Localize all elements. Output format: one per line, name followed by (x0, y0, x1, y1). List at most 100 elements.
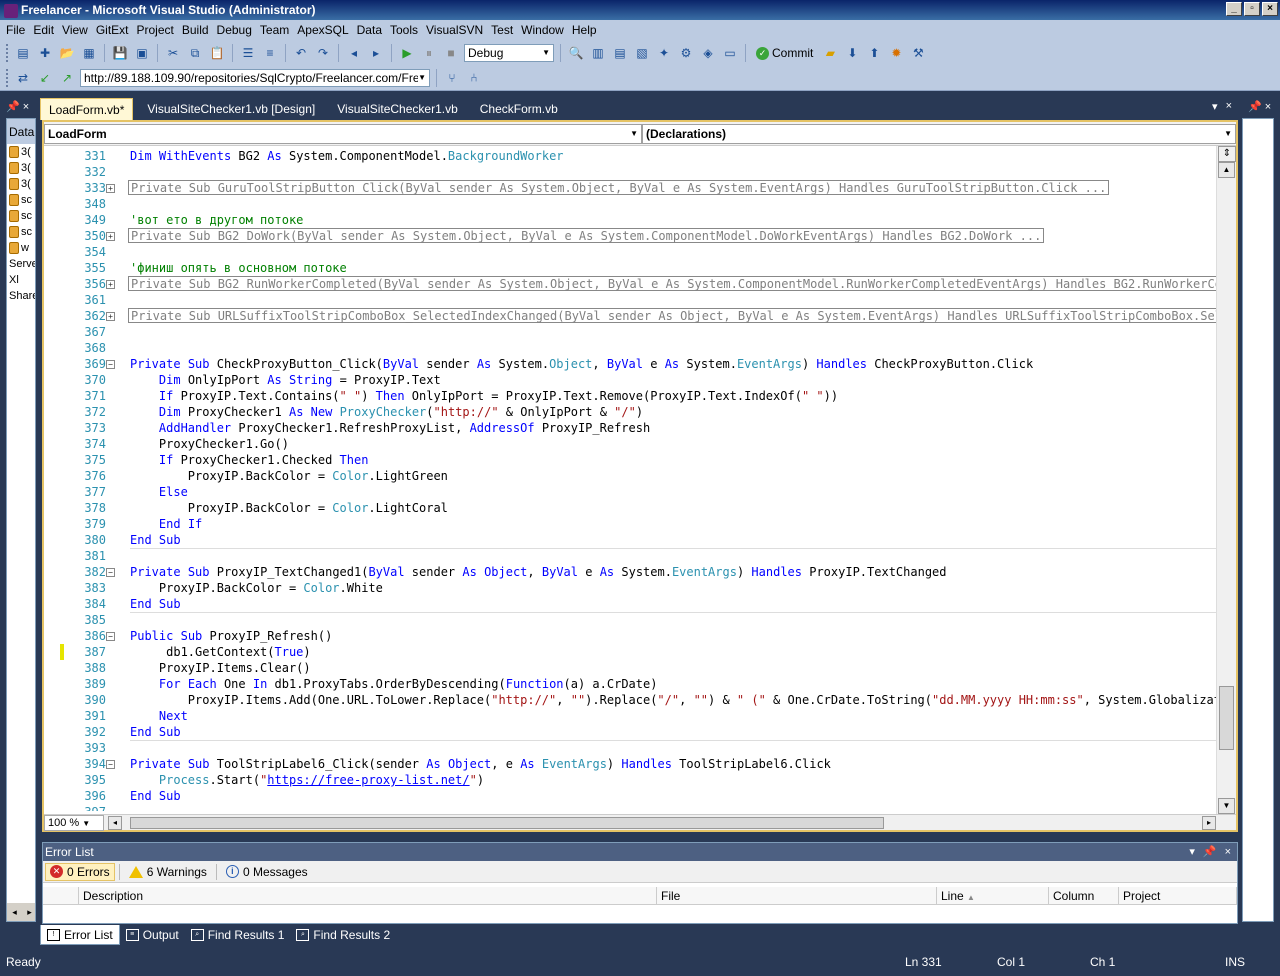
menu-debug[interactable]: Debug (213, 23, 256, 37)
column-header-line[interactable]: Line ▲ (937, 887, 1049, 904)
object-browser-icon[interactable]: ▧ (633, 44, 651, 62)
code-line[interactable]: 391 Next (44, 708, 1216, 724)
errors-filter-button[interactable]: ✕ 0 Errors (45, 862, 115, 881)
list-item[interactable]: 3( (7, 176, 35, 192)
menu-file[interactable]: File (2, 23, 29, 37)
restore-button[interactable]: ▫ (1244, 2, 1260, 16)
code-line[interactable]: 350 + Private Sub BG2_DoWork(ByVal sender … (44, 228, 1216, 244)
expand-icon[interactable]: + (106, 312, 115, 321)
push-icon[interactable]: ⬆ (865, 44, 883, 62)
code-line[interactable]: 380 End Sub (44, 532, 1216, 548)
close-button[interactable]: × (1262, 2, 1278, 16)
menu-test[interactable]: Test (487, 23, 517, 37)
server-explorer-label[interactable]: Serve (7, 256, 35, 272)
cut-icon[interactable]: ✂ (164, 44, 182, 62)
uncomment-icon[interactable]: ≡ (261, 44, 279, 62)
split-handle-icon[interactable]: ⇕ (1218, 146, 1236, 162)
git-settings-icon[interactable]: ✹ (887, 44, 905, 62)
list-item[interactable]: 3( (7, 160, 35, 176)
menu-visualsvn[interactable]: VisualSVN (422, 23, 487, 37)
team-explorer-icon[interactable]: ⚙ (677, 44, 695, 62)
code-line[interactable]: 367 (44, 324, 1216, 340)
solution-explorer-icon[interactable]: ▥ (589, 44, 607, 62)
column-header-description[interactable]: Description (79, 887, 657, 904)
share-label[interactable]: Share (7, 288, 35, 304)
save-all-icon[interactable]: ▣ (133, 44, 151, 62)
code-line[interactable]: 370 Dim OnlyIpPort As String = ProxyIP.T… (44, 372, 1216, 388)
code-line[interactable]: 386− Public Sub ProxyIP_Refresh() (44, 628, 1216, 644)
class-dropdown[interactable]: LoadForm ▼ (44, 124, 642, 144)
code-area[interactable]: 331 Dim WithEvents BG2 As System.Componen… (44, 147, 1216, 811)
tab-loadform[interactable]: LoadForm.vb* (40, 98, 134, 120)
collapse-icon[interactable]: − (106, 760, 115, 769)
code-line[interactable]: 355 'финиш опять в основном потоке (44, 260, 1216, 276)
list-item[interactable]: 3( (7, 144, 35, 160)
tab-find-results-2[interactable]: ⌕ Find Results 2 (290, 925, 396, 945)
menu-gitext[interactable]: GitExt (92, 23, 133, 37)
code-line[interactable]: 390 ProxyIP.Items.Add(One.URL.ToLower.Re… (44, 692, 1216, 708)
scroll-down-icon[interactable]: ▼ (1218, 798, 1235, 814)
branch-icon[interactable]: ⑂ (443, 69, 461, 87)
code-line[interactable]: 348 (44, 196, 1216, 212)
tab-find-results-1[interactable]: ⌕ Find Results 1 (185, 925, 291, 945)
svn-update-icon[interactable]: ⇄ (14, 69, 32, 87)
repository-url-dropdown[interactable]: http://89.188.109.90/repositories/SqlCry… (80, 69, 430, 87)
pull-icon[interactable]: ⬇ (843, 44, 861, 62)
code-line[interactable]: 333 + Private Sub GuruToolStripButton_Clic… (44, 180, 1216, 196)
vertical-scrollbar[interactable]: ⇕ ▲ ▼ (1216, 146, 1236, 814)
collapse-icon[interactable]: − (106, 360, 115, 369)
code-line[interactable]: 393 (44, 740, 1216, 756)
list-item[interactable]: sc (7, 224, 35, 240)
code-line[interactable]: 387 db1.GetContext(True) (44, 644, 1216, 660)
paste-icon[interactable]: 📋 (208, 44, 226, 62)
code-line[interactable]: 371 If ProxyIP.Text.Contains(" ") Then O… (44, 388, 1216, 404)
collapse-icon[interactable]: − (106, 568, 115, 577)
menu-tools[interactable]: Tools (386, 23, 422, 37)
column-header-file[interactable]: File (657, 887, 937, 904)
tab-output[interactable]: ≡ Output (120, 925, 185, 945)
warnings-filter-button[interactable]: 6 Warnings (124, 863, 212, 881)
column-header-project[interactable]: Project (1119, 887, 1237, 904)
toolbar-grip[interactable] (6, 44, 10, 62)
code-line[interactable]: 397 (44, 804, 1216, 811)
code-line[interactable]: 362 + Private Sub URLSuffixToolStripComboB… (44, 308, 1216, 324)
tab-error-list[interactable]: ! Error List (40, 925, 120, 945)
find-in-files-icon[interactable]: 🔍 (567, 44, 585, 62)
code-line[interactable]: 385 (44, 612, 1216, 628)
stop-icon[interactable]: ■ (442, 44, 460, 62)
code-line[interactable]: 378 ProxyIP.BackColor = Color.LightCoral (44, 500, 1216, 516)
scroll-left-icon[interactable]: ◂ (108, 816, 122, 830)
class-view-icon[interactable]: ◈ (699, 44, 717, 62)
open-file-icon[interactable]: 📂 (58, 44, 76, 62)
copy-icon[interactable]: ⧉ (186, 44, 204, 62)
menu-help[interactable]: Help (568, 23, 601, 37)
tab-visualsitechecker[interactable]: VisualSiteChecker1.vb (329, 98, 466, 120)
toolbar-grip[interactable] (6, 69, 10, 87)
member-dropdown[interactable]: (Declarations) ▼ (642, 124, 1236, 144)
tab-visualsitechecker-design[interactable]: VisualSiteChecker1.vb [Design] (139, 98, 323, 120)
menu-edit[interactable]: Edit (29, 23, 58, 37)
pin-icon[interactable]: 📌 (1203, 843, 1217, 861)
tab-checkform[interactable]: CheckForm.vb (472, 98, 566, 120)
code-line[interactable]: 356 + Private Sub BG2_RunWorkerCompleted(B… (44, 276, 1216, 292)
code-line[interactable]: 354 (44, 244, 1216, 260)
code-line[interactable]: 384 End Sub (44, 596, 1216, 612)
code-line[interactable]: 376 ProxyIP.BackColor = Color.LightGreen (44, 468, 1216, 484)
scroll-left-icon[interactable]: ◂ (12, 907, 17, 918)
code-line[interactable]: 389 For Each One In db1.ProxyTabs.OrderB… (44, 676, 1216, 692)
code-line[interactable]: 395 Process.Start("https://free-proxy-li… (44, 772, 1216, 788)
menu-data[interactable]: Data (353, 23, 386, 37)
navigate-forward-icon[interactable]: ▸ (367, 44, 385, 62)
code-line[interactable]: 383 ProxyIP.BackColor = Color.White (44, 580, 1216, 596)
code-line[interactable]: 369− Private Sub CheckProxyButton_Click(B… (44, 356, 1216, 372)
code-line[interactable]: 379 End If (44, 516, 1216, 532)
tools-icon[interactable]: ⚒ (909, 44, 927, 62)
collapse-icon[interactable]: − (106, 632, 115, 641)
minimize-button[interactable]: _ (1226, 2, 1242, 16)
messages-filter-button[interactable]: i 0 Messages (221, 863, 313, 881)
save-icon[interactable]: 💾 (111, 44, 129, 62)
toolbox-icon[interactable]: ✦ (655, 44, 673, 62)
code-line[interactable]: 349 'вот ето в другом потоке (44, 212, 1216, 228)
close-icon[interactable]: × (1226, 100, 1232, 113)
pin-icon[interactable]: 📌 × (1248, 100, 1271, 113)
